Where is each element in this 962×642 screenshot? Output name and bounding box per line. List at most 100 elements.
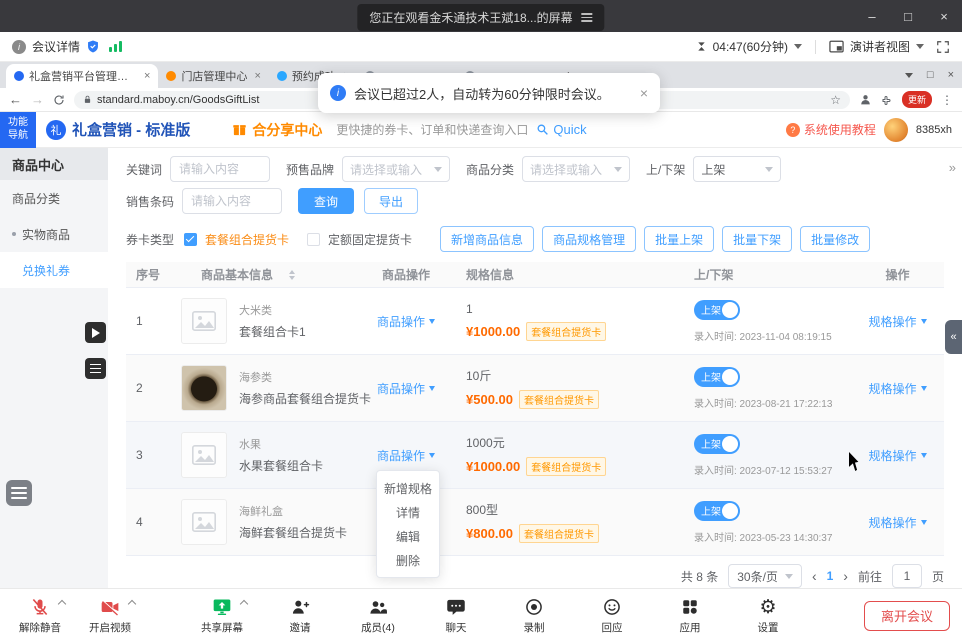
sidebar-item-physical-goods[interactable]: 实物商品 [0,216,108,252]
brand-select[interactable]: 请选择或输入 [342,156,450,182]
window-maximize-button[interactable]: □ [890,0,926,32]
batch-on-shelf-button[interactable]: 批量上架 [644,226,714,252]
gear-icon: ⚙ [759,598,776,617]
tab-close-icon[interactable]: × [254,70,260,82]
share-center-link[interactable]: 合分享中心 [232,120,322,140]
forward-icon[interactable]: → [31,92,44,107]
keyword-input[interactable] [170,156,270,182]
bookmark-star-icon[interactable]: ☆ [830,93,841,107]
menu-item-add-spec[interactable]: 新增规格 [377,476,439,500]
sidebar-item-category[interactable]: 商品分类 [0,180,108,216]
share-screen-button[interactable]: 共享屏幕 [194,596,250,635]
browser-update-button[interactable]: 更新 [902,91,932,108]
unmute-button[interactable]: 解除静音 [12,596,68,635]
view-mode-label[interactable]: 演讲者视图 [850,38,910,55]
fullscreen-icon[interactable] [936,40,950,54]
reaction-button[interactable]: 回应 [584,596,640,635]
next-page-icon[interactable]: › [843,568,848,584]
browser-close-icon[interactable]: × [948,69,954,81]
banner-menu-icon[interactable] [582,13,593,22]
browser-tab-active[interactable]: 礼盒营销平台管理中... × [6,64,158,88]
barcode-input[interactable] [182,188,282,214]
on-shelf-toggle[interactable]: 上架 [694,300,740,320]
browser-restore-icon[interactable]: □ [927,69,934,81]
members-button[interactable]: 成员(4) [350,596,406,635]
export-button[interactable]: 导出 [364,188,418,214]
leave-meeting-button[interactable]: 离开会议 [864,601,950,631]
spec-op-dropdown[interactable]: 规格操作 [868,313,926,330]
collapse-arrow-button[interactable] [85,322,106,343]
invite-button[interactable]: 邀请 [272,596,328,635]
chat-button[interactable]: 聊天 [428,596,484,635]
on-shelf-toggle[interactable]: 上架 [694,367,740,387]
product-op-dropdown[interactable]: 商品操作 [377,380,435,397]
current-page[interactable]: 1 [827,569,834,583]
video-options-chevron-icon[interactable] [128,600,136,608]
window-minimize-button[interactable]: – [854,0,890,32]
sort-icon[interactable] [289,270,295,280]
checkbox-checked-icon[interactable] [184,233,197,246]
spec-op-label: 规格操作 [868,380,916,397]
search-button[interactable]: 查询 [298,188,354,214]
card-type-tag: 套餐组合提货卡 [519,390,599,409]
avatar[interactable] [884,118,908,142]
toast-close-icon[interactable]: × [640,85,648,101]
floating-menu-button[interactable] [85,358,106,379]
spec-op-dropdown[interactable]: 规格操作 [868,380,926,397]
start-video-button[interactable]: 开启视频 [82,596,138,635]
row-index: 2 [126,381,181,395]
extensions-icon[interactable] [881,94,893,106]
refresh-icon[interactable] [53,94,65,106]
on-shelf-toggle[interactable]: 上架 [694,501,740,521]
batch-off-shelf-button[interactable]: 批量下架 [722,226,792,252]
window-close-button[interactable]: × [926,0,962,32]
meeting-details-link[interactable]: 会议详情 [32,38,80,55]
timer-dropdown-chevron-icon[interactable] [794,44,802,49]
main-panel: 关键词 预售品牌 请选择或输入 商品分类 请选择或输入 上/下架 上架 » [108,148,962,588]
checkbox-unchecked-icon[interactable] [307,233,320,246]
record-button[interactable]: 录制 [506,596,562,635]
floating-list-widget[interactable] [6,480,32,506]
add-product-button[interactable]: 新增商品信息 [440,226,534,252]
chevron-down-icon [429,319,435,324]
sidebar-item-gift-coupon[interactable]: 兑换礼券 [0,252,108,288]
page-size-select[interactable]: 30条/页 [728,564,802,588]
menu-item-delete[interactable]: 删除 [377,548,439,572]
help-icon: ? [786,123,800,137]
page-content: 商品中心 商品分类 实物商品 兑换礼券 关键词 预售品牌 请选择或输入 [0,148,962,588]
spec-op-dropdown[interactable]: 规格操作 [868,514,926,531]
tab-close-icon[interactable]: × [144,70,150,82]
spec-op-dropdown[interactable]: 规格操作 [868,447,926,464]
view-dropdown-chevron-icon[interactable] [916,44,924,49]
mic-options-chevron-icon[interactable] [58,600,66,608]
product-op-dropdown[interactable]: 商品操作 [377,313,435,330]
status-select[interactable]: 上架 [693,156,781,182]
product-op-dropdown-open[interactable]: 商品操作 [377,447,435,464]
spec-manage-button[interactable]: 商品规格管理 [542,226,636,252]
batch-edit-button[interactable]: 批量修改 [800,226,870,252]
on-shelf-toggle[interactable]: 上架 [694,434,740,454]
share-options-chevron-icon[interactable] [240,600,248,608]
browser-tab[interactable]: 门店管理中心 × [158,64,268,88]
prev-page-icon[interactable]: ‹ [812,568,817,584]
menu-item-edit[interactable]: 编辑 [377,524,439,548]
back-icon[interactable]: ← [9,92,22,107]
menu-item-detail[interactable]: 详情 [377,500,439,524]
card-type-option-unchecked[interactable]: 定额固定提货卡 [328,231,412,248]
card-type-option-checked[interactable]: 套餐组合提货卡 [205,231,289,248]
filter-collapse-icon[interactable]: » [949,160,954,175]
profile-icon[interactable] [859,93,872,106]
tab-search-chevron-icon[interactable] [905,73,913,78]
settings-button[interactable]: ⚙ 设置 [740,596,796,635]
browser-menu-icon[interactable]: ⋮ [941,93,953,107]
function-nav-button[interactable]: 功能 导航 [0,112,36,148]
tutorial-link[interactable]: ? 系统使用教程 [786,121,876,138]
page-unit-label: 页 [932,568,944,585]
table-header: 序号 商品基本信息 商品操作 规格信息 上/下架 操作 [126,262,944,288]
category-select[interactable]: 请选择或输入 [522,156,630,182]
apps-button[interactable]: 应用 [662,596,718,635]
toggle-label: 上架 [701,369,721,384]
goto-page-input[interactable] [892,564,922,588]
quick-search-link[interactable]: Quick [536,122,586,137]
side-panel-handle[interactable]: « [945,320,962,354]
